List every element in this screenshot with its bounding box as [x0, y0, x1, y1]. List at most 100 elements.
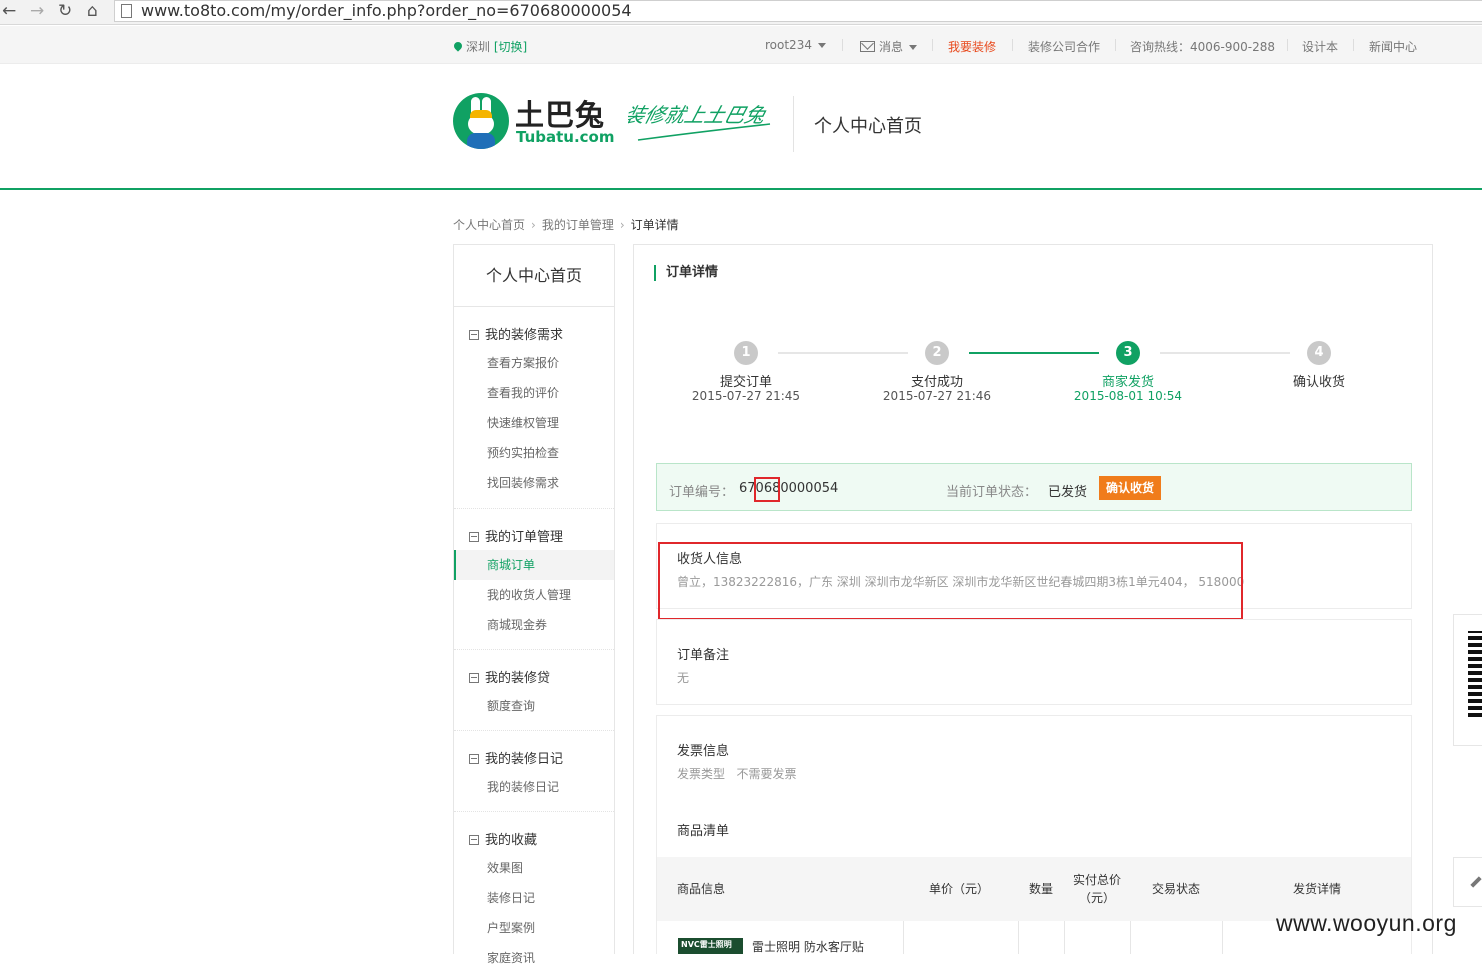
news-link[interactable]: 新闻中心 [1369, 38, 1417, 55]
sidebar-item[interactable]: 预约实拍检查 [454, 438, 614, 468]
url-text[interactable]: www.to8to.com/my/order_info.php?order_no… [141, 1, 632, 21]
collapse-icon [469, 330, 479, 340]
divider [842, 39, 843, 51]
switch-city-link[interactable]: [切换] [494, 40, 527, 54]
home-icon[interactable]: ⌂ [87, 1, 98, 21]
sidebar-group-diary: 我的装修日记 我的装修日记 [454, 730, 614, 810]
breadcrumb-item[interactable]: 个人中心首页 [453, 218, 525, 232]
chevron-right-icon: › [531, 218, 536, 232]
renovate-link[interactable]: 我要装修 [948, 38, 996, 55]
column-header: 商品信息 [676, 882, 725, 896]
panel-title: 订单详情 [654, 265, 718, 281]
column-header: 实付总价 （元） [1072, 873, 1121, 905]
sidebar-item[interactable]: 商城现金券 [454, 610, 614, 640]
sidebar-group-favorites: 我的收藏 效果图 装修日记 户型案例 家庭资讯 [454, 811, 614, 965]
step-number: 1 [734, 341, 758, 365]
page-section-title: 个人中心首页 [814, 116, 922, 137]
divider [1012, 39, 1013, 51]
back-arrow-icon[interactable]: ← [2, 1, 16, 21]
slogan-text: 装修就上土巴兔 [628, 103, 769, 127]
divider [932, 39, 933, 51]
sidebar-home-link[interactable]: 个人中心首页 [454, 245, 614, 307]
sidebar-group-title[interactable]: 我的装修贷 [469, 667, 550, 686]
sidebar-item[interactable]: 额度查询 [454, 691, 614, 721]
column-header: 交易状态 [1151, 882, 1200, 896]
sidebar-item[interactable]: 快速维权管理 [454, 408, 614, 438]
sidebar-item[interactable]: 户型案例 [454, 913, 614, 943]
collapse-icon [469, 754, 479, 764]
section-title: 商品清单 [677, 824, 730, 839]
step-connector [969, 352, 1099, 354]
table-divider [1222, 921, 1223, 954]
qr-code-float[interactable] [1453, 614, 1482, 746]
sidebar-group-loan: 我的装修贷 额度查询 [454, 649, 614, 729]
highlight-annotation [658, 542, 1243, 620]
logo-domain[interactable]: Tubatu.com [516, 128, 615, 146]
sidebar-item[interactable]: 查看我的评价 [454, 378, 614, 408]
sidebar-group-orders: 我的订单管理 商城订单 我的收货人管理 商城现金券 [454, 508, 614, 648]
city-selector[interactable]: 深圳 [切换] [452, 38, 527, 55]
step-connector [778, 352, 908, 354]
table-divider [903, 921, 904, 954]
address-bar[interactable]: www.to8to.com/my/order_info.php?order_no… [114, 0, 1482, 22]
invoice-type: 发票类型 不需要发票 [677, 767, 797, 781]
sidebar-item[interactable]: 我的装修日记 [454, 772, 614, 802]
rabbit-logo-icon[interactable] [453, 93, 509, 149]
user-menu[interactable]: root234 [765, 38, 826, 52]
messages-menu[interactable]: 消息 [860, 38, 918, 55]
reload-icon[interactable]: ↻ [58, 1, 72, 21]
mail-icon [860, 41, 875, 52]
breadcrumb-current: 订单详情 [630, 218, 679, 232]
pencil-icon [1470, 876, 1482, 888]
remark-section: 订单备注 无 [656, 619, 1412, 705]
section-title: 发票信息 [677, 744, 730, 759]
step-number-current: 3 [1116, 341, 1140, 365]
location-pin-icon [452, 40, 464, 52]
feedback-float[interactable] [1453, 857, 1482, 907]
chevron-right-icon: › [619, 218, 625, 232]
page-icon [121, 4, 132, 18]
hotline-text: 咨询热线：4006-900-288 [1130, 40, 1276, 54]
step-label: 提交订单 [719, 375, 772, 390]
browser-toolbar: ← → ↻ ⌂ www.to8to.com/my/order_info.php?… [0, 0, 1482, 25]
sidebar-item-mall-orders[interactable]: 商城订单 [454, 550, 614, 580]
divider [793, 96, 794, 152]
confirm-receipt-button[interactable]: 确认收货 [1099, 476, 1162, 500]
product-thumbnail[interactable]: NVC雷士照明 [678, 938, 743, 954]
breadcrumb-item[interactable]: 我的订单管理 [542, 218, 614, 232]
collapse-icon [469, 673, 479, 683]
sidebar-item[interactable]: 家庭资讯 [454, 943, 614, 973]
remark-text: 无 [677, 671, 690, 685]
sidebar-item[interactable]: 查看方案报价 [454, 348, 614, 378]
table-divider [1130, 921, 1131, 954]
qr-code-icon [1468, 631, 1482, 717]
sidebar-item[interactable]: 我的收货人管理 [454, 580, 614, 610]
sidebar-item[interactable]: 装修日记 [454, 883, 614, 913]
sidebar-group-title[interactable]: 我的收藏 [469, 829, 537, 848]
step-time: 2015-07-27 21:46 [882, 389, 992, 403]
sidebar-item[interactable]: 找回装修需求 [454, 468, 614, 498]
table-divider [1064, 921, 1065, 954]
username: root234 [765, 38, 812, 52]
sidebar-item[interactable]: 效果图 [454, 853, 614, 883]
watermark: www.wooyun.org [1276, 910, 1457, 936]
order-status-value: 已发货 [1048, 485, 1088, 500]
order-status-label: 当前订单状态： [946, 485, 1038, 500]
step-number: 2 [925, 341, 949, 365]
step-number: 4 [1307, 341, 1331, 365]
forward-arrow-icon[interactable]: → [30, 1, 44, 21]
step-label: 支付成功 [910, 375, 963, 390]
designer-link[interactable]: 设计本 [1302, 38, 1338, 55]
sidebar: 个人中心首页 我的装修需求 查看方案报价 查看我的评价 快速维权管理 预约实拍检… [453, 244, 615, 965]
chevron-down-icon [909, 45, 918, 50]
sidebar-group-title[interactable]: 我的装修需求 [469, 324, 563, 343]
order-no-label: 订单编号： [669, 485, 735, 500]
sidebar-group-title[interactable]: 我的装修日记 [469, 748, 563, 767]
sidebar-group-title[interactable]: 我的订单管理 [469, 526, 563, 545]
partner-link[interactable]: 装修公司合作 [1028, 38, 1100, 55]
product-name-link[interactable]: 雷士照明 防水客厅贴 [752, 938, 864, 955]
sidebar-group-needs: 我的装修需求 查看方案报价 查看我的评价 快速维权管理 预约实拍检查 找回装修需… [454, 307, 614, 507]
step-label: 商家发货 [1101, 375, 1154, 390]
site-topbar: 深圳 [切换] root234 消息 我要装修 装修公司合作 咨询热线：4006… [0, 26, 1482, 64]
step-time: 2015-08-01 10:54 [1073, 389, 1183, 403]
